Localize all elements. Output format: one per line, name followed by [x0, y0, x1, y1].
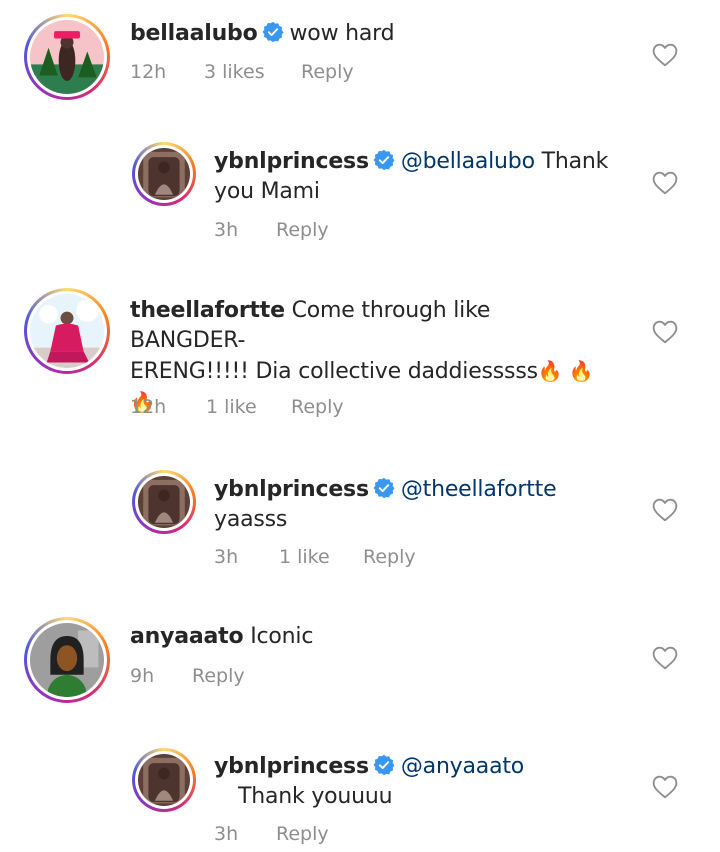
heart-outline-icon	[652, 320, 678, 344]
avatar[interactable]	[24, 288, 110, 374]
avatar-image	[138, 148, 190, 200]
comment-time: 12h	[130, 396, 167, 418]
avatar-image	[30, 20, 104, 94]
comment-mention[interactable]: @bellaalubo	[401, 149, 535, 174]
like-button[interactable]	[652, 775, 678, 799]
comment-likes-count[interactable]: 1 like	[279, 546, 363, 568]
like-button[interactable]	[652, 43, 678, 67]
reply-button[interactable]: Reply	[291, 396, 344, 418]
like-button[interactable]	[652, 320, 678, 344]
reply-button[interactable]: Reply	[192, 665, 245, 687]
comment-username[interactable]: ybnlprincess	[214, 477, 369, 502]
comment-username[interactable]: theellafortte	[130, 298, 285, 323]
avatar[interactable]	[24, 14, 110, 100]
reply-button[interactable]: Reply	[276, 219, 329, 241]
avatar-image	[30, 623, 104, 697]
comment-text-continued: you Mami	[214, 179, 320, 204]
comment-text-continued: ERENG!!!!! Dia collective daddiesssss	[130, 359, 538, 384]
comment-text: wow hard	[289, 21, 395, 46]
comment-text: Iconic	[250, 624, 314, 649]
avatar-image	[138, 754, 190, 806]
reply-button[interactable]: Reply	[276, 823, 329, 845]
like-button[interactable]	[652, 646, 678, 670]
avatar-image	[30, 294, 104, 368]
heart-outline-icon	[652, 171, 678, 195]
verified-badge-icon	[262, 21, 284, 43]
comment-username[interactable]: ybnlprincess	[214, 149, 369, 174]
heart-outline-icon	[652, 498, 678, 522]
comment-mention[interactable]: @anyaaato	[401, 754, 524, 779]
comment-username[interactable]: bellaalubo	[130, 21, 258, 46]
comment-time: 3h	[214, 219, 239, 241]
avatar[interactable]	[132, 748, 196, 812]
comment-likes-count[interactable]: 1 like	[206, 396, 291, 418]
avatar[interactable]	[132, 470, 196, 534]
verified-badge-icon	[373, 149, 395, 171]
heart-outline-icon	[652, 775, 678, 799]
like-button[interactable]	[652, 498, 678, 522]
comment-time: 9h	[130, 665, 155, 687]
comment-time: 3h	[214, 823, 239, 845]
avatar[interactable]	[24, 617, 110, 703]
heart-outline-icon	[652, 646, 678, 670]
comment-text: yaasss	[214, 507, 288, 532]
comment-time: 3h	[214, 546, 239, 568]
comment-time: 12h	[130, 61, 167, 83]
reply-button[interactable]: Reply	[301, 61, 354, 83]
comment-text: Thank youuuu	[238, 784, 393, 809]
verified-badge-icon	[373, 477, 395, 499]
comment-username[interactable]: ybnlprincess	[214, 754, 369, 779]
comment-text: Thank	[541, 149, 609, 174]
heart-outline-icon	[652, 43, 678, 67]
comment-likes-count[interactable]: 3 likes	[204, 61, 301, 83]
like-button[interactable]	[652, 171, 678, 195]
avatar-image	[138, 476, 190, 528]
reply-button[interactable]: Reply	[363, 546, 416, 568]
avatar[interactable]	[132, 142, 196, 206]
fire-emoji: 🔥 🔥	[537, 359, 594, 383]
verified-badge-icon	[373, 754, 395, 776]
comment-mention[interactable]: @theellafortte	[401, 477, 557, 502]
comment-username[interactable]: anyaaato	[130, 624, 244, 649]
